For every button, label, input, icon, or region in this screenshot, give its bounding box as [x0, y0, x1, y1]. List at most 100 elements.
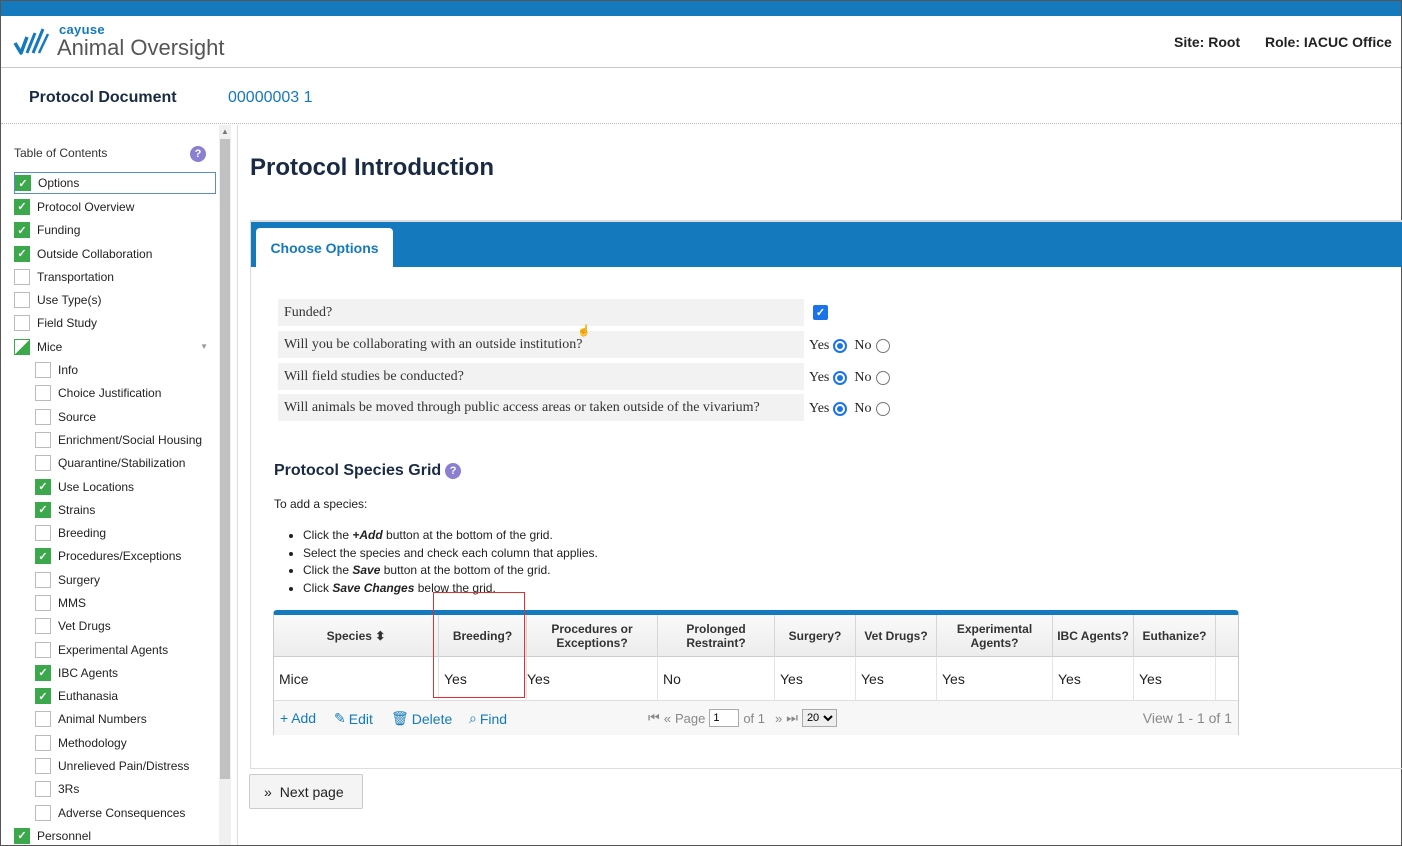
expand-arrow-icon[interactable]: ▼	[200, 342, 208, 351]
col-vet-drugs[interactable]: Vet Drugs?	[856, 615, 937, 657]
cell-vet-drugs[interactable]: Yes	[856, 657, 937, 701]
status-box-icon	[14, 292, 30, 309]
toc-item-protocol-overview[interactable]: ✓ Protocol Overview	[14, 195, 216, 218]
toc-sidebar: Table of Contents ? ✓ Options ✓ Protocol Ov…	[5, 125, 218, 845]
col-experimental[interactable]: Experimental Agents?	[937, 615, 1053, 657]
cell-experimental[interactable]: Yes	[937, 657, 1053, 701]
next-page-button[interactable]: » Next page	[249, 774, 363, 809]
toc-item-label: Quarantine/Stabilization	[58, 456, 186, 471]
next-page-icon[interactable]: »	[775, 711, 782, 726]
cell-euthanize[interactable]: Yes	[1134, 657, 1216, 701]
toc-item-field-study[interactable]: Field Study	[14, 312, 216, 335]
toc-item-funding[interactable]: ✓ Funding	[14, 219, 216, 242]
collaboration-yes-radio[interactable]	[833, 339, 848, 353]
toc-item-label: Source	[58, 409, 97, 424]
toc-item-info[interactable]: Info	[14, 358, 216, 381]
check-icon: ✓	[15, 175, 31, 191]
yes-label: Yes	[809, 370, 830, 385]
public-areas-no-radio[interactable]	[875, 402, 890, 416]
toc-list: ✓ Options ✓ Protocol Overview ✓ Funding ✓ Outsi…	[14, 172, 216, 845]
field-studies-yes-radio[interactable]	[833, 371, 848, 385]
collaboration-no-radio[interactable]	[875, 339, 890, 353]
toc-item-quarantine-stabilization[interactable]: Quarantine/Stabilization	[14, 452, 216, 475]
toc-item-label: Funding	[37, 223, 81, 238]
col-species[interactable]: Species ⬍	[274, 615, 439, 657]
col-procedures[interactable]: Procedures or Exceptions?	[527, 615, 658, 657]
find-button[interactable]: ⌕ Find	[469, 710, 507, 727]
toc-item-3rs[interactable]: 3Rs	[14, 778, 216, 801]
toc-item-euthanasia[interactable]: ✓ Euthanasia	[14, 685, 216, 708]
status-box-icon	[14, 315, 30, 332]
col-ibc[interactable]: IBC Agents?	[1053, 615, 1134, 657]
help-icon[interactable]: ?	[445, 463, 462, 479]
toc-item-use-type-s[interactable]: Use Type(s)	[14, 288, 216, 311]
check-icon: ✓	[35, 478, 51, 495]
toc-item-strains[interactable]: ✓ Strains	[14, 498, 216, 521]
toc-item-procedures-exceptions[interactable]: ✓ Procedures/Exceptions	[14, 545, 216, 568]
page-input[interactable]	[709, 709, 740, 727]
toc-item-adverse-consequences[interactable]: Adverse Consequences	[14, 801, 216, 824]
toc-item-label: Use Locations	[58, 479, 135, 494]
cell-procedures[interactable]: Yes	[522, 657, 658, 701]
toc-item-breeding[interactable]: Breeding	[14, 521, 216, 544]
status-box-icon	[35, 618, 51, 635]
toc-item-source[interactable]: Source	[14, 405, 216, 428]
status-box-icon	[35, 641, 51, 658]
toc-item-experimental-agents[interactable]: Experimental Agents	[14, 638, 216, 661]
status-box-icon	[14, 338, 30, 355]
delete-button[interactable]: 🗑 Delete	[391, 710, 452, 727]
toc-item-transportation[interactable]: Transportation	[14, 265, 216, 288]
cell-surgery[interactable]: Yes	[775, 657, 856, 701]
field-studies-no-radio[interactable]	[875, 371, 890, 385]
tab-choose-options[interactable]: Choose Options	[256, 228, 393, 268]
toc-item-personnel[interactable]: ✓ Personnel	[14, 824, 216, 845]
edit-button[interactable]: ✎ Edit	[334, 710, 373, 727]
toc-item-label: Experimental Agents	[58, 642, 169, 657]
toc-item-label: Vet Drugs	[58, 619, 111, 634]
pencil-icon: ✎	[334, 710, 346, 726]
status-box-icon	[35, 571, 51, 588]
add-button[interactable]: + Add	[280, 710, 316, 726]
status-box-icon	[35, 362, 51, 379]
cell-species[interactable]: Mice	[274, 657, 439, 701]
public-areas-yes-radio[interactable]	[833, 402, 848, 416]
toc-title: Table of Contents	[14, 146, 108, 160]
toc-item-label: Breeding	[58, 526, 107, 541]
status-box-icon	[35, 594, 51, 611]
scroll-up-icon[interactable]: ▲	[221, 127, 229, 136]
toc-item-choice-justification[interactable]: Choice Justification	[14, 382, 216, 405]
col-restraint[interactable]: Prolonged Restraint?	[658, 615, 775, 657]
help-icon[interactable]: ?	[190, 146, 206, 162]
table-row[interactable]: Mice Yes Yes No Yes Yes Yes Yes Yes	[274, 657, 1238, 701]
scrollbar-thumb[interactable]	[220, 139, 230, 779]
toc-item-surgery[interactable]: Surgery	[14, 568, 216, 591]
first-page-icon[interactable]: ⏮	[648, 710, 660, 726]
toc-item-label: IBC Agents	[58, 665, 119, 680]
prev-page-icon[interactable]: «	[664, 711, 671, 726]
toc-item-ibc-agents[interactable]: ✓ IBC Agents	[14, 661, 216, 684]
toc-item-mice[interactable]: Mice ▼	[14, 335, 216, 358]
toc-item-outside-collaboration[interactable]: ✓ Outside Collaboration	[14, 242, 216, 265]
status-box-icon	[35, 431, 51, 448]
role-indicator[interactable]: Role: IACUC Office	[1265, 34, 1392, 50]
site-indicator[interactable]: Site: Root	[1174, 34, 1240, 50]
col-euthanize[interactable]: Euthanize?	[1134, 615, 1216, 657]
cell-restraint[interactable]: No	[658, 657, 775, 701]
toc-item-methodology[interactable]: Methodology	[14, 731, 216, 754]
funded-checkbox[interactable]: ✓	[813, 305, 828, 320]
toc-item-animal-numbers[interactable]: Animal Numbers	[14, 708, 216, 731]
options-panel: Choose Options Funded? ✓ Will you be col…	[250, 220, 1402, 769]
cell-ibc[interactable]: Yes	[1053, 657, 1134, 701]
toc-item-options[interactable]: ✓ Options	[14, 172, 216, 194]
last-page-icon[interactable]: ⏭	[786, 710, 798, 726]
toc-item-unrelieved-pain-distress[interactable]: Unrelieved Pain/Distress	[14, 754, 216, 777]
sidebar-scrollbar[interactable]: ▲	[219, 125, 231, 845]
rows-per-page-select[interactable]: 20	[801, 709, 837, 727]
toc-item-mms[interactable]: MMS	[14, 591, 216, 614]
toc-item-use-locations[interactable]: ✓ Use Locations	[14, 475, 216, 498]
toc-item-enrichment-social-housing[interactable]: Enrichment/Social Housing	[14, 428, 216, 451]
col-surgery[interactable]: Surgery?	[775, 615, 856, 657]
toc-item-vet-drugs[interactable]: Vet Drugs	[14, 615, 216, 638]
check-icon: ✓	[35, 664, 51, 681]
document-bar: Protocol Document 00000003 1	[1, 69, 1401, 124]
